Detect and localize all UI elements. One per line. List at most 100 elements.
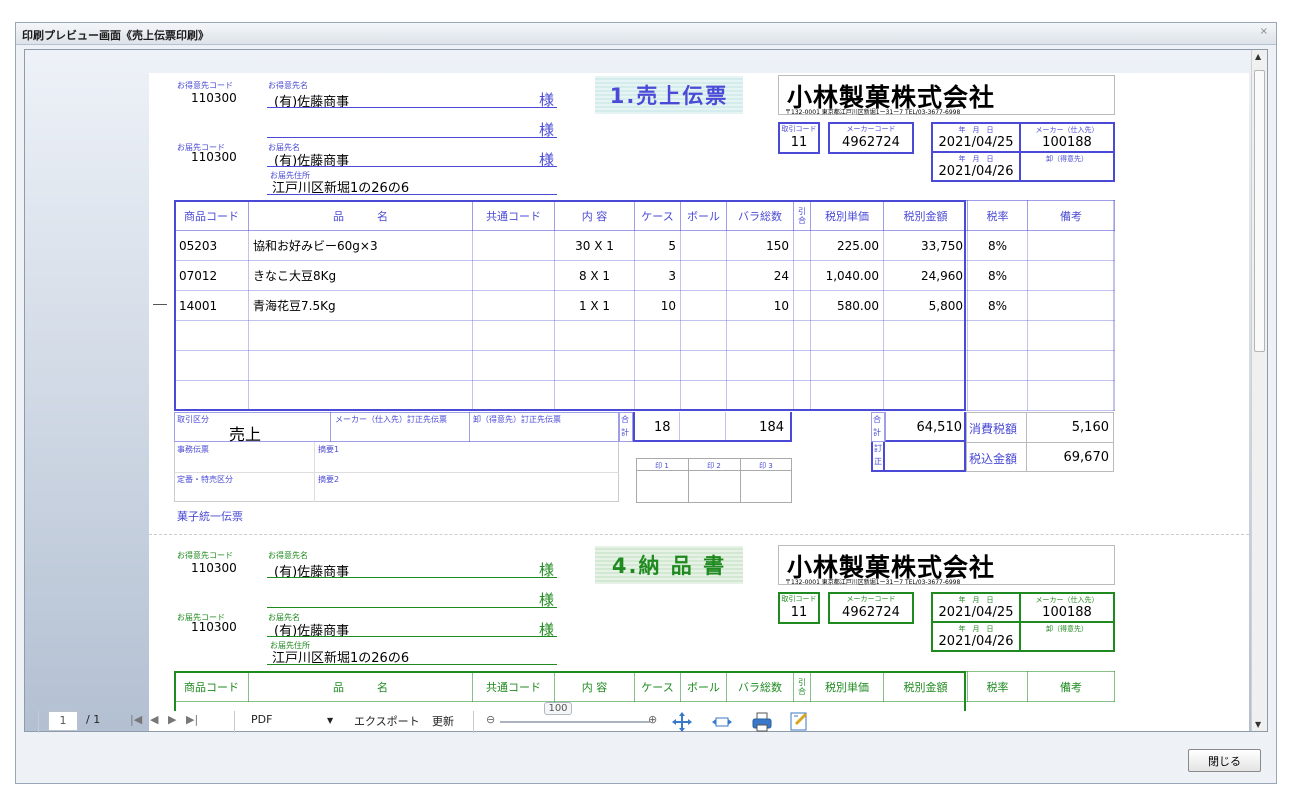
fit-page-icon[interactable] [671,711,693,733]
total-incl-label: 税込金額 [969,452,1018,466]
wholesaler-correction-label: 卸（得意先）訂正先伝票 [473,415,561,424]
underline [267,137,557,138]
zoom-out-icon[interactable]: ⊖ [486,713,495,726]
items-frame [174,200,966,411]
underline [267,664,557,665]
underline [267,194,557,195]
maker-code: 4962724 [842,135,900,150]
slip-divider [149,534,1249,535]
maker-supplier-code: 100188 [1042,135,1092,150]
export-button[interactable]: エクスポート [354,713,420,729]
divider [469,412,470,442]
zoom-in-icon[interactable]: ⊕ [648,713,657,726]
divider [931,621,1115,623]
row-marker [153,304,167,305]
column-header: 備考 [1027,671,1115,702]
column-header: 税率 [967,671,1028,702]
maker-code: 4962724 [842,605,900,620]
zoom-level[interactable]: 100 [544,702,572,715]
date-label: 年 月 日 [958,126,994,134]
sales-slip: お得意先コード 110300 お得意先名 (有)佐藤商事様様お届先コード 110300 お… [149,73,1249,533]
customer-name-label: お得意先名 [268,81,308,90]
preview-viewport[interactable]: ▲ ▼ お得意先コード 110300 お得意先名 (有)佐藤商事様様お届先コード 110… [24,49,1268,732]
total-label: 合計 [873,415,881,437]
divider [314,442,315,502]
total-bara: 184 [759,420,784,435]
customer-code: 110300 [191,91,237,105]
divider [966,442,1114,443]
zoom-slider[interactable] [500,721,650,723]
fit-width-icon[interactable] [711,713,733,731]
delivery-slip: お得意先コード 110300 お得意先名 (有)佐藤商事様様お届先コード 110300 お… [149,543,1249,731]
export-format-select[interactable]: PDF [251,713,272,726]
tax-frame [966,200,1114,411]
underline [267,577,557,578]
total-incl-amount: 69,670 [1063,450,1110,465]
dropdown-icon[interactable]: ▼ [327,716,333,725]
maker-supplier-label: メーカー（仕入先） [1035,126,1099,134]
divider [679,412,680,442]
trade-type-label: 取引区分 [177,415,209,424]
tax-label: 消費税額 [969,422,1018,436]
window-close-icon[interactable]: × [1260,26,1268,37]
date-label: 年 月 日 [958,155,994,163]
regular-sale-label: 定番・特売区分 [177,475,233,484]
refresh-button[interactable]: 更新 [432,713,454,729]
total-case: 18 [654,420,671,435]
page-setup-icon[interactable] [788,710,810,732]
divider [725,412,726,442]
page-number-input[interactable]: 1 [48,711,78,731]
page-total: / 1 [86,713,101,726]
prev-page-icon[interactable]: ◀ [150,713,158,726]
scrollbar-thumb[interactable] [1254,70,1265,352]
wholesaler-label: 卸（得意先） [1046,625,1088,633]
print-preview-window: 印刷プレビュー画面《売上伝票印刷》 × ▲ ▼ お得意先コード 110300 お得意… [15,22,1277,784]
memo1-label: 摘要1 [318,445,340,454]
underline [267,636,557,637]
date-label: 年 月 日 [958,596,994,604]
customer-code-label: お得意先コード [177,81,233,90]
slip-date: 2021/04/25 [938,135,1014,150]
wholesaler-label: 卸（得意先） [1046,155,1088,163]
company-box: 小林製菓株式会社 〒132-0001 東京都江戸川区新堀1ー31ー7 TEL/03… [778,75,1115,116]
divider [688,458,689,503]
company-box: 小林製菓株式会社 〒132-0001 東京都江戸川区新堀1ー31ー7 TEL/03… [778,545,1115,586]
printer-icon[interactable] [751,711,773,733]
company-address: 〒132-0001 東京都江戸川区新堀1ー31ー7 TEL/03-3677-69… [785,579,961,586]
last-page-icon[interactable]: ▶| [186,713,198,726]
customer-code-label: お得意先コード [177,551,233,560]
close-button[interactable]: 閉じる [1188,749,1261,772]
trade-code: 11 [790,135,808,150]
memo2-label: 摘要2 [318,475,340,484]
delivery-code: 110300 [191,620,237,634]
divider [1026,412,1027,472]
divider [330,412,331,442]
title-bar: 印刷プレビュー画面《売上伝票印刷》 × [16,23,1276,45]
first-page-icon[interactable]: |◀ [130,713,142,726]
divider [636,470,792,471]
scroll-up-icon[interactable]: ▲ [1255,52,1261,61]
slip-date: 2021/04/25 [938,605,1014,620]
document-title: 4.納 品 書 [595,546,743,584]
next-page-icon[interactable]: ▶ [168,713,176,726]
customer-code: 110300 [191,561,237,575]
company-address: 〒132-0001 東京都江戸川区新堀1ー31ー7 TEL/03-3677-69… [785,109,961,116]
office-slip-label: 事務伝票 [177,445,209,454]
delivery-date: 2021/04/26 [938,164,1014,179]
footer-label: 菓子統一伝票 [177,510,243,523]
maker-supplier-label: メーカー（仕入先） [1035,596,1099,604]
report-page: お得意先コード 110300 お得意先名 (有)佐藤商事様様お届先コード 110300 お… [149,73,1249,731]
delivery-code: 110300 [191,150,237,164]
trade-code-label: 取引コード [781,125,817,133]
divider [740,458,741,503]
divider [174,472,619,473]
total-amount: 64,510 [916,420,963,435]
delivery-date: 2021/04/26 [938,634,1014,649]
trade-code: 11 [790,605,808,620]
scroll-down-icon[interactable]: ▼ [1255,720,1261,729]
date-label: 年 月 日 [958,625,994,633]
window-title: 印刷プレビュー画面《売上伝票印刷》 [22,29,209,42]
vertical-scrollbar[interactable]: ▲ ▼ [1251,50,1267,731]
maker-correction-label: メーカー（仕入先）訂正先伝票 [335,415,447,424]
correction-box [885,442,966,472]
